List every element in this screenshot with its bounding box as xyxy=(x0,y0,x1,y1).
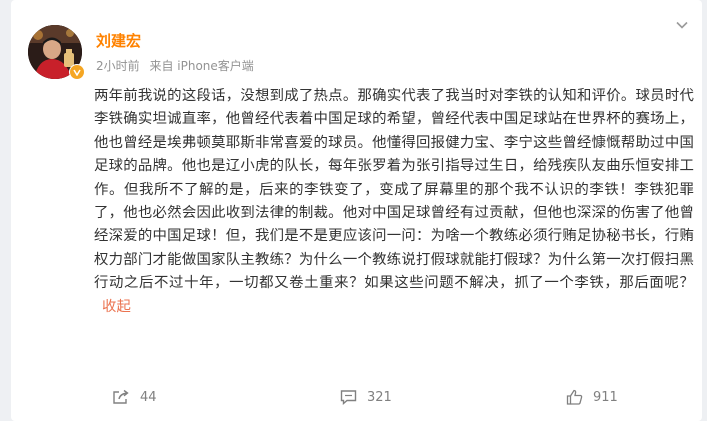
comment-icon xyxy=(340,390,357,405)
post-meta: 2小时前 来自 iPhone客户端 xyxy=(96,57,260,74)
share-icon xyxy=(113,389,129,404)
post-content: 两年前我说的这段话，没想到成了热点。那确实代表了我当时对李铁的认知和评价。球员时… xyxy=(94,85,694,319)
collapse-link[interactable]: 收起 xyxy=(102,299,131,315)
comment-count: 321 xyxy=(367,389,392,405)
repost-count: 44 xyxy=(140,389,157,405)
comment-button[interactable]: 321 xyxy=(340,383,392,411)
chevron-down-icon[interactable] xyxy=(675,18,689,32)
repost-button[interactable]: 44 xyxy=(112,383,157,411)
post-time[interactable]: 2小时前 xyxy=(96,59,140,73)
author-name[interactable]: 刘建宏 xyxy=(96,30,141,51)
weibo-post-card: 刘建宏 2小时前 来自 iPhone客户端 两年前我说的这段话，没想到成了热点。… xyxy=(11,0,702,421)
thumbs-up-icon xyxy=(566,389,583,405)
action-bar: 44 321 911 xyxy=(11,383,702,411)
post-source: 来自 iPhone客户端 xyxy=(149,59,254,73)
like-count: 911 xyxy=(593,389,618,405)
like-button[interactable]: 911 xyxy=(566,383,618,411)
post-text: 两年前我说的这段话，没想到成了热点。那确实代表了我当时对李铁的认知和评价。球员时… xyxy=(94,88,694,292)
verified-badge-icon xyxy=(69,64,85,80)
